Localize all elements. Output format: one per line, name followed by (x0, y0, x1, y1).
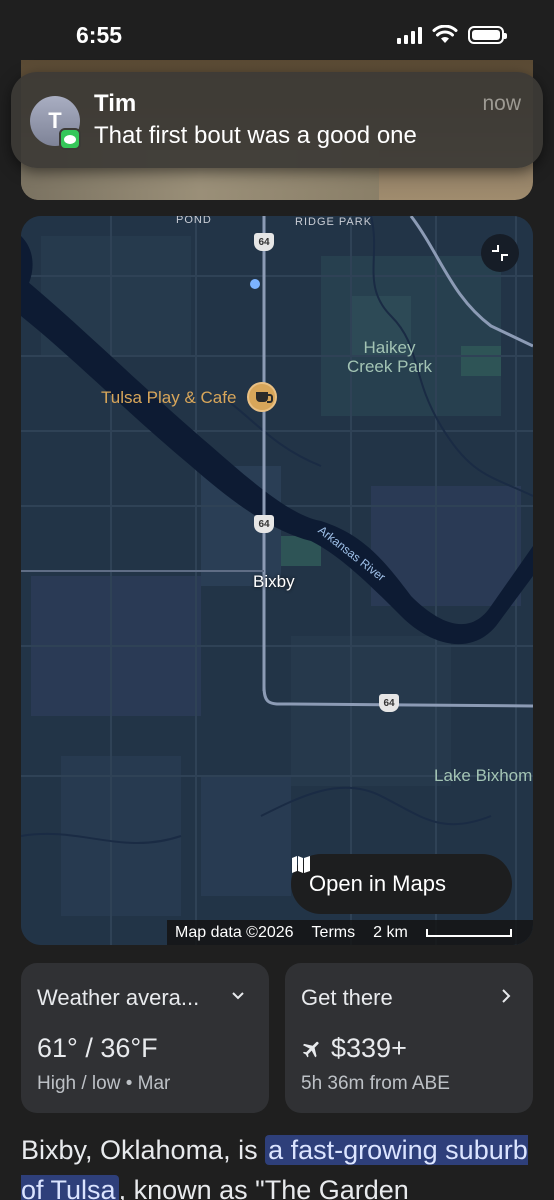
message-notification[interactable]: T Tim That first bout was a good one now (11, 72, 543, 168)
open-in-maps-label: Open in Maps (309, 871, 446, 896)
map-label-ridge-park: RIDGE PARK (295, 216, 373, 228)
weather-detail: High / low • Mar (37, 1073, 171, 1094)
wifi-icon (432, 25, 458, 43)
weather-title: Weather avera... (37, 985, 200, 1010)
open-in-maps-button[interactable]: Open in Maps (291, 854, 512, 914)
chevron-right-icon[interactable] (497, 987, 515, 1005)
map-attribution: Map data ©2026 Terms 2 km (167, 920, 533, 945)
map-label-haikey-line1: Haikey (363, 338, 416, 357)
flight-price-row: $339+ (301, 1033, 407, 1064)
place-description: Bixby, Oklahoma, is a fast-growing subur… (21, 1130, 541, 1200)
map-label-poi[interactable]: Tulsa Play & Cafe (101, 388, 236, 408)
map-label-lake: Lake Bixhom (434, 766, 533, 785)
get-there-title: Get there (301, 985, 393, 1010)
weather-temps: 61° / 36°F (37, 1033, 158, 1063)
flight-price: $339+ (331, 1033, 407, 1063)
terms-link[interactable]: Terms (312, 924, 356, 942)
battery-icon (468, 25, 507, 44)
map-label-pond: POND (176, 216, 212, 226)
cellular-signal-icon (397, 26, 422, 44)
description-text-start: Bixby, Oklahoma, is (21, 1135, 266, 1165)
map-label-haikey-line2: Creek Park (347, 357, 433, 376)
collapse-icon (492, 245, 508, 261)
get-there-card[interactable]: Get there $339+ 5h 36m from ABE (285, 963, 533, 1113)
map-view[interactable]: POND RIDGE PARK 64 64 64 Haikey Creek Pa… (21, 216, 533, 945)
chevron-down-icon[interactable] (229, 987, 247, 1005)
route-64-shield: 64 (379, 694, 399, 712)
notification-message: That first bout was a good one (94, 122, 417, 149)
cafe-pin-icon[interactable] (247, 382, 277, 412)
collapse-map-button[interactable] (481, 234, 519, 272)
weather-card[interactable]: Weather avera... 61° / 36°F High / low •… (21, 963, 269, 1113)
status-time: 6:55 (76, 22, 123, 48)
route-64-shield: 64 (254, 233, 274, 251)
map-data-credit: Map data ©2026 (175, 923, 294, 941)
airplane-icon (302, 1041, 319, 1057)
map-label-city: Bixby (253, 572, 295, 591)
notification-sender: Tim (94, 90, 137, 117)
notification-time: now (482, 92, 521, 115)
description-text-end: , known as "The Garden (118, 1175, 409, 1200)
status-icons (397, 25, 507, 44)
scale-label: 2 km (373, 923, 408, 941)
route-64-shield: 64 (254, 515, 274, 533)
flight-detail: 5h 36m from ABE (301, 1073, 450, 1094)
map-icon (292, 856, 310, 873)
map-label-haikey-creek-park: Haikey Creek Park (347, 338, 432, 376)
scale-bar (425, 928, 512, 937)
location-dot (250, 279, 260, 289)
messages-app-icon (59, 128, 81, 150)
